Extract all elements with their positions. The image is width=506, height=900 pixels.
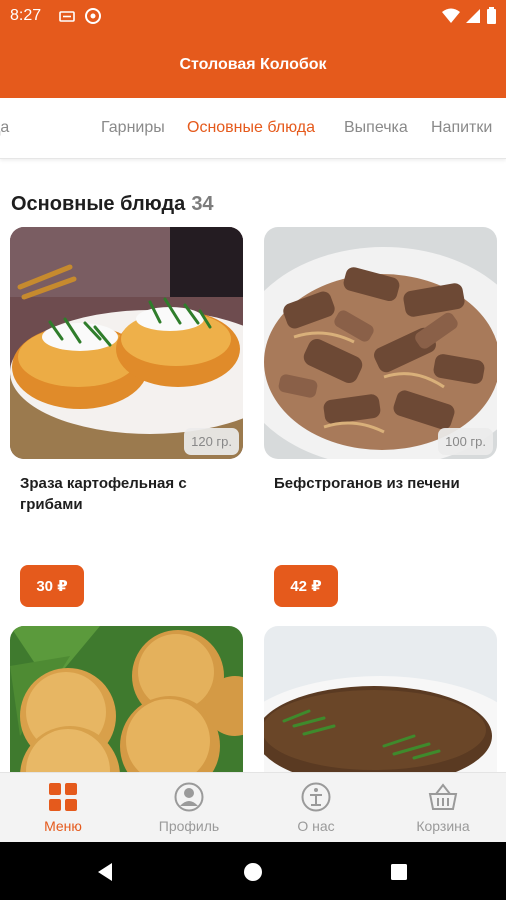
section-title: Основные блюда 34 <box>11 193 214 216</box>
price-button[interactable]: 42 ₽ <box>274 565 338 607</box>
product-image[interactable]: 100 гр. <box>264 227 497 459</box>
battery-icon <box>487 7 496 24</box>
tab-bakery[interactable]: Выпечка <box>344 119 408 137</box>
nav-profile-label: Профиль <box>158 818 220 834</box>
nav-cart[interactable]: Корзина <box>380 773 506 843</box>
section-count: 34 <box>191 193 214 215</box>
tab-main-courses[interactable]: Основные блюда <box>187 119 315 137</box>
nav-profile[interactable]: Профиль <box>126 773 252 843</box>
product-name[interactable]: Бефстроганов из печени <box>274 473 489 494</box>
signal-icon <box>466 9 480 23</box>
system-navigation-bar <box>0 842 506 900</box>
tab-drinks[interactable]: Напитки <box>431 119 492 137</box>
home-icon[interactable] <box>243 862 263 882</box>
nav-menu[interactable]: Меню <box>0 773 126 843</box>
recents-icon[interactable] <box>390 863 408 881</box>
nav-about[interactable]: О нас <box>253 773 379 843</box>
info-icon <box>301 782 331 812</box>
app-title: Столовая Колобок <box>179 56 327 73</box>
nav-menu-label: Меню <box>44 818 82 834</box>
wifi-icon <box>442 8 460 23</box>
back-icon[interactable] <box>96 862 116 882</box>
price-button[interactable]: 30 ₽ <box>20 565 84 607</box>
status-bar: 8:27 <box>0 0 506 32</box>
basket-icon <box>428 783 458 810</box>
grid-icon <box>49 783 77 811</box>
weight-badge: 100 гр. <box>438 428 493 455</box>
liver-stroganoff-image <box>264 227 497 459</box>
product-image[interactable]: 120 гр. <box>10 227 243 459</box>
tab-first-courses[interactable]: Первые блюда <box>0 119 9 137</box>
bottom-navigation: Меню Профиль О нас Корзина <box>0 772 506 843</box>
category-tabs: Первые блюда Гарниры Основные блюда Выпе… <box>0 98 506 159</box>
weight-badge: 120 гр. <box>184 428 239 455</box>
status-time: 8:27 <box>10 7 42 24</box>
sync-icon <box>85 8 101 24</box>
nav-about-label: О нас <box>297 818 335 834</box>
nav-cart-label: Корзина <box>416 818 470 834</box>
potato-zrazy-image <box>10 227 243 459</box>
product-name[interactable]: Зраза картофельная с грибами <box>20 473 235 515</box>
profile-icon <box>174 782 204 812</box>
section-title-text: Основные блюда <box>11 193 186 215</box>
app-bar: Столовая Колобок <box>0 32 506 98</box>
tab-side-dishes[interactable]: Гарниры <box>101 119 165 137</box>
notification-icon <box>59 11 75 22</box>
